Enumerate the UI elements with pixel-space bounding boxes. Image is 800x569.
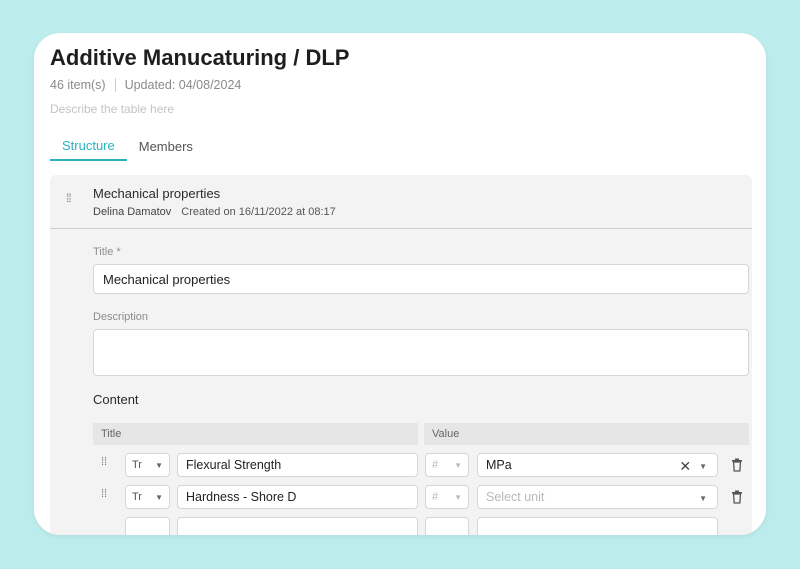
description-field-label: Description xyxy=(93,311,149,323)
field-type-select[interactable] xyxy=(125,517,170,535)
chevron-down-icon: ▼ xyxy=(454,492,462,502)
page-meta: 46 item(s) Updated: 04/08/2024 xyxy=(50,78,241,92)
description-field[interactable] xyxy=(93,329,749,376)
trash-icon[interactable] xyxy=(731,458,743,472)
title-field[interactable]: Mechanical properties xyxy=(93,264,749,294)
row-drag-handle-icon[interactable]: ⁞⁞ xyxy=(101,457,107,468)
value-type-select[interactable]: # ▼ xyxy=(425,485,469,509)
unit-select-controls: ▼ xyxy=(699,486,707,510)
chevron-down-icon[interactable]: ▼ xyxy=(699,462,707,471)
tab-structure[interactable]: Structure xyxy=(50,131,127,161)
row-title-input[interactable]: Hardness - Shore D xyxy=(177,485,418,509)
chevron-down-icon: ▼ xyxy=(155,492,163,502)
text-type-icon: Tr xyxy=(132,459,142,471)
row-title-input[interactable]: Flexural Strength xyxy=(177,453,418,477)
field-type-select[interactable]: Tr ▼ xyxy=(125,453,170,477)
unit-select[interactable] xyxy=(477,517,718,535)
section-mechanical-properties: ⁞⁞ Mechanical properties Delina Damatov C… xyxy=(50,175,752,535)
unit-placeholder: Select unit xyxy=(486,490,545,504)
row-drag-handle-icon[interactable]: ⁞⁞ xyxy=(101,489,107,500)
trash-icon[interactable] xyxy=(731,490,743,504)
section-header[interactable]: ⁞⁞ Mechanical properties Delina Damatov C… xyxy=(50,175,752,229)
unit-select-controls: ✕ ▼ xyxy=(679,454,707,478)
number-type-icon: # xyxy=(432,491,439,503)
chevron-down-icon: ▼ xyxy=(155,460,163,470)
field-type-select[interactable]: Tr ▼ xyxy=(125,485,170,509)
number-type-icon: # xyxy=(432,459,439,471)
column-header-title: Title xyxy=(93,423,418,445)
value-type-select[interactable]: # ▼ xyxy=(425,453,469,477)
unit-value: MPa xyxy=(486,458,512,472)
main-card: Additive Manucaturing / DLP 46 item(s) U… xyxy=(34,33,766,535)
content-label: Content xyxy=(93,392,139,407)
value-type-select[interactable] xyxy=(425,517,469,535)
page-title: Additive Manucaturing / DLP xyxy=(50,45,350,70)
section-author: Delina Damatov xyxy=(93,206,172,218)
table-description-input[interactable]: Describe the table here xyxy=(50,102,174,116)
drag-handle-icon[interactable]: ⁞⁞ xyxy=(66,192,72,204)
section-title: Mechanical properties xyxy=(93,186,221,201)
clear-icon[interactable]: ✕ xyxy=(679,458,691,475)
unit-select[interactable]: Select unit ▼ xyxy=(477,485,718,509)
chevron-down-icon: ▼ xyxy=(454,460,462,470)
unit-select[interactable]: MPa ✕ ▼ xyxy=(477,453,718,477)
text-type-icon: Tr xyxy=(132,491,142,503)
column-header-value: Value xyxy=(424,423,749,445)
title-field-label: Title * xyxy=(93,246,121,258)
chevron-down-icon[interactable]: ▼ xyxy=(699,494,707,503)
tab-bar: Structure Members xyxy=(50,131,205,161)
updated-date: Updated: 04/08/2024 xyxy=(124,78,242,92)
section-subtitle: Delina Damatov Created on 16/11/2022 at 0… xyxy=(93,206,336,218)
item-count: 46 item(s) xyxy=(50,78,106,92)
section-created: Created on 16/11/2022 at 08:17 xyxy=(181,206,336,218)
meta-divider xyxy=(114,78,116,92)
row-title-input[interactable] xyxy=(177,517,418,535)
tab-members[interactable]: Members xyxy=(127,131,205,161)
